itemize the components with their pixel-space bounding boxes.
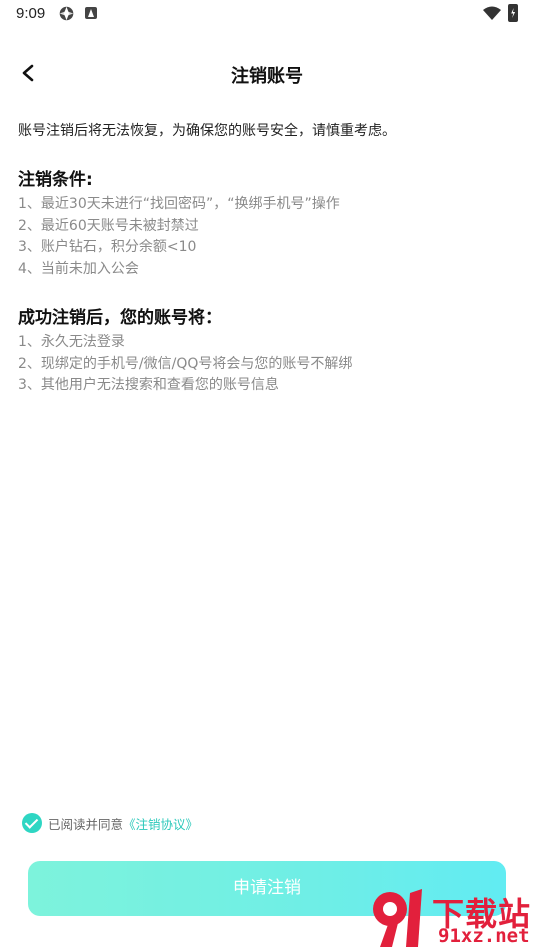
page-title: 注销账号	[231, 66, 303, 87]
site-watermark-logo: 下载站 91xz.net	[362, 885, 534, 950]
intro-text: 账号注销后将无法恢复，为确保您的账号安全，请慎重考虑。	[18, 123, 396, 139]
agreement-text: 已阅读并同意	[48, 816, 124, 832]
watermark-text-bottom: 91xz.net	[438, 925, 530, 947]
list-item: 1、最近30天未进行“找回密码”，“换绑手机号”操作	[18, 196, 340, 212]
conditions-list: 1、最近30天未进行“找回密码”，“换绑手机号”操作 2、最近60天账号未被封禁…	[18, 194, 340, 280]
watermark-91-logo-icon	[373, 889, 422, 947]
battery-charging-icon	[508, 4, 518, 22]
list-item: 3、其他用户无法搜索和查看您的账号信息	[18, 377, 279, 393]
status-time: 9:09	[16, 5, 46, 22]
wifi-icon	[483, 6, 501, 20]
list-item: 2、现绑定的手机号/微信/QQ号将会与您的账号不解绑	[18, 355, 353, 372]
app-notification-icon	[59, 6, 74, 21]
after-cancel-list: 1、永久无法登录 2、现绑定的手机号/微信/QQ号将会与您的账号不解绑 3、其他…	[18, 332, 352, 397]
after-cancel-title: 成功注销后，您的账号将：	[18, 308, 222, 328]
list-item: 4、当前未加入公会	[18, 260, 139, 277]
agreement-row: 已阅读并同意 《注销协议》	[22, 812, 198, 834]
conditions-title: 注销条件:	[18, 170, 93, 190]
header: 注销账号	[0, 52, 534, 96]
list-item: 1、永久无法登录	[18, 334, 125, 350]
agreement-checkbox-checked-icon[interactable]	[22, 813, 42, 833]
cancellation-agreement-link[interactable]: 《注销协议》	[123, 814, 198, 833]
list-item: 3、账户钻石，积分余额<10	[18, 239, 197, 255]
a-notification-icon	[85, 7, 97, 19]
status-bar: 9:09	[0, 0, 534, 28]
list-item: 2、最近60天账号未被封禁过	[18, 217, 199, 234]
